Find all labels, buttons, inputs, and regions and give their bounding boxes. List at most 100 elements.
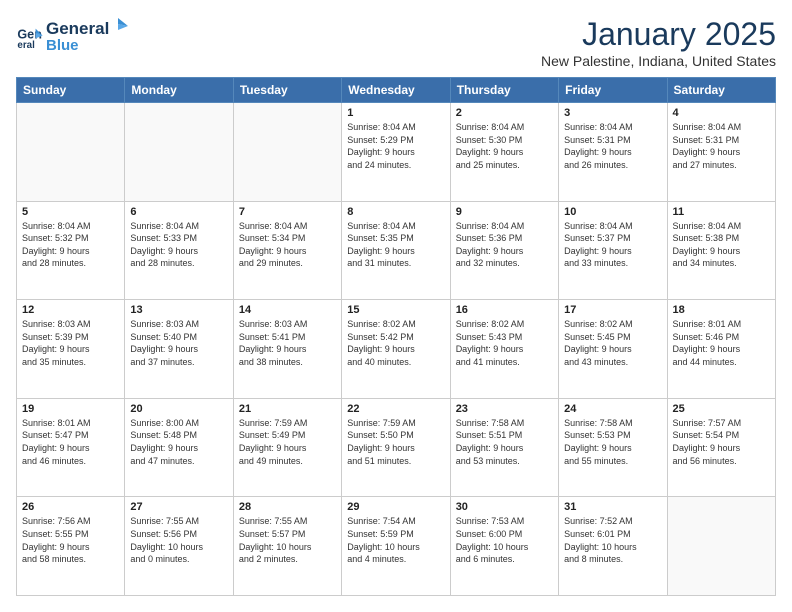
weekday-header-row: SundayMondayTuesdayWednesdayThursdayFrid…	[17, 78, 776, 103]
day-info: Sunrise: 8:04 AM Sunset: 5:31 PM Dayligh…	[564, 121, 661, 171]
day-cell: 19 Sunrise: 8:01 AM Sunset: 5:47 PM Dayli…	[17, 398, 125, 497]
day-info: Sunrise: 8:03 AM Sunset: 5:39 PM Dayligh…	[22, 318, 119, 368]
day-cell: 11Sunrise: 8:04 AM Sunset: 5:38 PM Dayli…	[667, 201, 775, 300]
week-row-1: 1 Sunrise: 8:04 AM Sunset: 5:29 PM Daylig…	[17, 103, 776, 202]
day-number: 23	[456, 403, 553, 415]
logo-svg: General Blue	[46, 16, 136, 54]
day-number: 20	[130, 403, 227, 415]
svg-text:Blue: Blue	[46, 37, 79, 54]
day-cell: 23 Sunrise: 7:58 AM Sunset: 5:51 PM Dayli…	[450, 398, 558, 497]
day-info: Sunrise: 7:53 AM Sunset: 6:00 PM Dayligh…	[456, 515, 553, 565]
day-info: Sunrise: 8:04 AM Sunset: 5:36 PM Dayligh…	[456, 220, 553, 270]
day-cell: 22 Sunrise: 7:59 AM Sunset: 5:50 PM Dayli…	[342, 398, 450, 497]
day-number: 13	[130, 304, 227, 316]
day-number: 29	[347, 501, 444, 513]
day-cell: 8 Sunrise: 8:04 AM Sunset: 5:35 PM Daylig…	[342, 201, 450, 300]
day-number: 7	[239, 206, 336, 218]
day-cell: 6Sunrise: 8:04 AM Sunset: 5:33 PM Daylig…	[125, 201, 233, 300]
day-cell: 2Sunrise: 8:04 AM Sunset: 5:30 PM Daylig…	[450, 103, 558, 202]
day-cell: 17Sunrise: 8:02 AM Sunset: 5:45 PM Dayli…	[559, 300, 667, 399]
day-cell: 31 Sunrise: 7:52 AM Sunset: 6:01 PM Dayli…	[559, 497, 667, 596]
day-info: Sunrise: 7:58 AM Sunset: 5:51 PM Dayligh…	[456, 417, 553, 467]
day-cell: 16 Sunrise: 8:02 AM Sunset: 5:43 PM Dayli…	[450, 300, 558, 399]
day-cell: 20 Sunrise: 8:00 AM Sunset: 5:48 PM Dayli…	[125, 398, 233, 497]
day-number: 8	[347, 206, 444, 218]
weekday-header-friday: Friday	[559, 78, 667, 103]
day-info: Sunrise: 8:04 AM Sunset: 5:33 PM Dayligh…	[130, 220, 227, 270]
weekday-header-wednesday: Wednesday	[342, 78, 450, 103]
day-number: 2	[456, 107, 553, 119]
weekday-header-thursday: Thursday	[450, 78, 558, 103]
day-info: Sunrise: 7:55 AM Sunset: 5:57 PM Dayligh…	[239, 515, 336, 565]
day-info: Sunrise: 8:00 AM Sunset: 5:48 PM Dayligh…	[130, 417, 227, 467]
day-info: Sunrise: 7:59 AM Sunset: 5:50 PM Dayligh…	[347, 417, 444, 467]
day-number: 12	[22, 304, 119, 316]
weekday-header-tuesday: Tuesday	[233, 78, 341, 103]
day-cell: 15Sunrise: 8:02 AM Sunset: 5:42 PM Dayli…	[342, 300, 450, 399]
day-number: 24	[564, 403, 661, 415]
page: Gen eral Blue General Blue January 2025	[0, 0, 792, 612]
day-info: Sunrise: 8:02 AM Sunset: 5:43 PM Dayligh…	[456, 318, 553, 368]
day-cell	[667, 497, 775, 596]
week-row-4: 19 Sunrise: 8:01 AM Sunset: 5:47 PM Dayli…	[17, 398, 776, 497]
day-cell: 26 Sunrise: 7:56 AM Sunset: 5:55 PM Dayli…	[17, 497, 125, 596]
day-number: 21	[239, 403, 336, 415]
day-number: 26	[22, 501, 119, 513]
day-number: 27	[130, 501, 227, 513]
day-info: Sunrise: 8:02 AM Sunset: 5:45 PM Dayligh…	[564, 318, 661, 368]
day-number: 31	[564, 501, 661, 513]
logo: Gen eral Blue General Blue	[16, 16, 136, 59]
day-info: Sunrise: 7:59 AM Sunset: 5:49 PM Dayligh…	[239, 417, 336, 467]
day-number: 22	[347, 403, 444, 415]
day-cell	[233, 103, 341, 202]
week-row-3: 12 Sunrise: 8:03 AM Sunset: 5:39 PM Dayli…	[17, 300, 776, 399]
day-info: Sunrise: 7:52 AM Sunset: 6:01 PM Dayligh…	[564, 515, 661, 565]
day-cell: 9 Sunrise: 8:04 AM Sunset: 5:36 PM Daylig…	[450, 201, 558, 300]
day-number: 30	[456, 501, 553, 513]
weekday-header-monday: Monday	[125, 78, 233, 103]
day-cell	[125, 103, 233, 202]
day-cell: 7Sunrise: 8:04 AM Sunset: 5:34 PM Daylig…	[233, 201, 341, 300]
day-number: 14	[239, 304, 336, 316]
day-cell: 25Sunrise: 7:57 AM Sunset: 5:54 PM Dayli…	[667, 398, 775, 497]
day-number: 4	[673, 107, 770, 119]
week-row-2: 5 Sunrise: 8:04 AM Sunset: 5:32 PM Daylig…	[17, 201, 776, 300]
day-cell: 29Sunrise: 7:54 AM Sunset: 5:59 PM Dayli…	[342, 497, 450, 596]
day-number: 9	[456, 206, 553, 218]
calendar-table: SundayMondayTuesdayWednesdayThursdayFrid…	[16, 77, 776, 596]
day-number: 18	[673, 304, 770, 316]
day-info: Sunrise: 7:57 AM Sunset: 5:54 PM Dayligh…	[673, 417, 770, 467]
weekday-header-sunday: Sunday	[17, 78, 125, 103]
svg-text:eral: eral	[17, 41, 35, 52]
day-info: Sunrise: 8:03 AM Sunset: 5:41 PM Dayligh…	[239, 318, 336, 368]
day-cell: 10Sunrise: 8:04 AM Sunset: 5:37 PM Dayli…	[559, 201, 667, 300]
day-cell: 28Sunrise: 7:55 AM Sunset: 5:57 PM Dayli…	[233, 497, 341, 596]
day-number: 1	[347, 107, 444, 119]
logo-icon: Gen eral Blue	[16, 23, 44, 51]
day-info: Sunrise: 8:04 AM Sunset: 5:38 PM Dayligh…	[673, 220, 770, 270]
day-cell: 30 Sunrise: 7:53 AM Sunset: 6:00 PM Dayli…	[450, 497, 558, 596]
day-number: 16	[456, 304, 553, 316]
day-info: Sunrise: 8:04 AM Sunset: 5:29 PM Dayligh…	[347, 121, 444, 171]
day-info: Sunrise: 7:58 AM Sunset: 5:53 PM Dayligh…	[564, 417, 661, 467]
day-cell: 14 Sunrise: 8:03 AM Sunset: 5:41 PM Dayli…	[233, 300, 341, 399]
day-info: Sunrise: 8:04 AM Sunset: 5:32 PM Dayligh…	[22, 220, 119, 270]
day-number: 19	[22, 403, 119, 415]
day-info: Sunrise: 8:04 AM Sunset: 5:35 PM Dayligh…	[347, 220, 444, 270]
day-info: Sunrise: 8:01 AM Sunset: 5:46 PM Dayligh…	[673, 318, 770, 368]
day-cell: 27Sunrise: 7:55 AM Sunset: 5:56 PM Dayli…	[125, 497, 233, 596]
day-number: 10	[564, 206, 661, 218]
day-cell: 3Sunrise: 8:04 AM Sunset: 5:31 PM Daylig…	[559, 103, 667, 202]
day-number: 15	[347, 304, 444, 316]
day-cell: 21 Sunrise: 7:59 AM Sunset: 5:49 PM Dayli…	[233, 398, 341, 497]
day-cell: 18 Sunrise: 8:01 AM Sunset: 5:46 PM Dayli…	[667, 300, 775, 399]
day-cell: 4 Sunrise: 8:04 AM Sunset: 5:31 PM Daylig…	[667, 103, 775, 202]
svg-text:General: General	[46, 19, 109, 38]
day-number: 5	[22, 206, 119, 218]
title-section: January 2025 New Palestine, Indiana, Uni…	[541, 16, 776, 69]
day-info: Sunrise: 8:04 AM Sunset: 5:31 PM Dayligh…	[673, 121, 770, 171]
day-info: Sunrise: 8:01 AM Sunset: 5:47 PM Dayligh…	[22, 417, 119, 467]
day-cell: 24 Sunrise: 7:58 AM Sunset: 5:53 PM Dayli…	[559, 398, 667, 497]
day-info: Sunrise: 7:56 AM Sunset: 5:55 PM Dayligh…	[22, 515, 119, 565]
day-cell: 12 Sunrise: 8:03 AM Sunset: 5:39 PM Dayli…	[17, 300, 125, 399]
